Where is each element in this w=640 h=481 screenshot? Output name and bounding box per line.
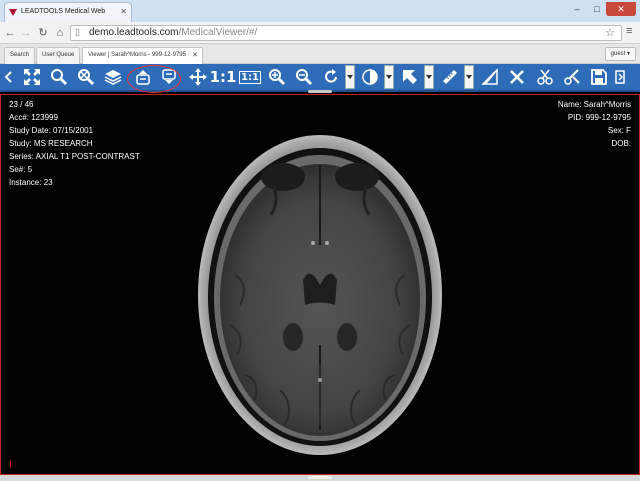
- browser-tab[interactable]: LEADTOOLS Medical Web ✕: [4, 2, 132, 22]
- right-orbit: [335, 163, 379, 191]
- rotate-dropdown[interactable]: [345, 65, 355, 89]
- tab-viewer-label: Viewer | Sarah^Morris - 999-12-9795: [88, 52, 186, 58]
- browser-addressbar: ← → ↻ ⌂ ▯ demo.leadtools.com/MedicalView…: [0, 22, 640, 44]
- close-icon[interactable]: ✕: [192, 48, 198, 63]
- image-viewer[interactable]: 23 / 46 Acc#: 123999 Study Date: 07/15/2…: [0, 94, 640, 475]
- chevron-down-icon: [466, 75, 472, 79]
- scissors-icon[interactable]: [533, 65, 557, 89]
- select-pointer-icon[interactable]: [398, 65, 422, 89]
- stack-icon[interactable]: [101, 65, 125, 89]
- frame-counter: 23 / 46: [9, 100, 34, 109]
- home-icon[interactable]: ⌂: [53, 25, 67, 41]
- chevron-down-icon: [386, 75, 392, 79]
- vessel-dot: [318, 378, 322, 382]
- select-dropdown[interactable]: [424, 65, 434, 89]
- more-tools-icon[interactable]: [613, 65, 627, 89]
- window-close-button[interactable]: ✕: [606, 2, 636, 16]
- bookmark-star-icon[interactable]: ☆: [605, 26, 615, 39]
- patient-name: Name: Sarah^Morris: [557, 100, 631, 109]
- mri-brain-image[interactable]: [185, 125, 455, 465]
- rotate-icon[interactable]: [319, 65, 343, 89]
- patient-dob: DOB:: [611, 139, 631, 148]
- actual-size-label: 1:1: [209, 68, 237, 86]
- chevron-down-icon: [426, 75, 432, 79]
- zoom-icon[interactable]: [47, 65, 71, 89]
- browser-menu-icon[interactable]: ≡: [626, 25, 632, 37]
- url-input[interactable]: ▯ demo.leadtools.com/MedicalViewer/#/ ☆: [70, 25, 622, 41]
- study-name: Study: MS RESEARCH: [9, 139, 93, 148]
- right-lateral-ventricle-horn: [337, 323, 357, 351]
- toolbar-resize-handle[interactable]: [308, 90, 332, 93]
- chevron-down-icon: [347, 75, 353, 79]
- close-icon[interactable]: ✕: [120, 3, 127, 21]
- patient-id: PID: 999-12-9795: [567, 113, 631, 122]
- patient-sex: Sex: F: [607, 126, 631, 135]
- zoom-out-icon[interactable]: [292, 65, 316, 89]
- forward-arrow-icon[interactable]: →: [19, 25, 33, 41]
- vessel-dot: [325, 241, 329, 245]
- actual-size-button[interactable]: 1:1: [209, 65, 237, 89]
- url-text: demo.leadtools.com/MedicalViewer/#/: [89, 27, 257, 38]
- viewer-marker: [10, 461, 11, 467]
- left-orbit: [261, 163, 305, 191]
- tab-user-queue[interactable]: User Queue: [36, 47, 81, 64]
- user-menu-button[interactable]: guest ▾: [604, 47, 636, 61]
- save-icon[interactable]: [587, 65, 611, 89]
- collapse-left-icon[interactable]: [2, 65, 16, 89]
- url-host: demo.leadtools.com: [89, 27, 179, 38]
- window-level-icon[interactable]: [358, 65, 382, 89]
- tab-search[interactable]: Search: [4, 47, 36, 64]
- move-icon[interactable]: [186, 65, 210, 89]
- overlay-right: Name: Sarah^Morris PID: 999-12-9795 Sex:…: [558, 98, 631, 150]
- tab-viewer[interactable]: Viewer | Sarah^Morris - 999-12-9795 ✕: [82, 47, 203, 64]
- browser-titlebar: LEADTOOLS Medical Web ✕ – □ ✕: [0, 0, 640, 22]
- reload-icon[interactable]: ↻: [36, 25, 50, 41]
- app-tab-strip: Search User Queue Viewer | Sarah^Morris …: [0, 44, 640, 64]
- magnify-glass-icon[interactable]: [74, 65, 98, 89]
- fit-one-to-one-label: 1:1: [239, 70, 261, 84]
- clear-annotations-icon[interactable]: [560, 65, 584, 89]
- window-level-dropdown[interactable]: [384, 65, 394, 89]
- bottom-resize-handle[interactable]: [308, 476, 332, 479]
- left-lateral-ventricle-horn: [283, 323, 303, 351]
- vessel-dot: [311, 241, 315, 245]
- series-number: Se#: 5: [9, 165, 33, 174]
- series-description: Series: AXIAL T1 POST-CONTRAST: [9, 152, 140, 161]
- highlight-ellipse: [127, 65, 181, 93]
- back-arrow-icon[interactable]: ←: [3, 25, 17, 41]
- cut-icon[interactable]: [505, 65, 529, 89]
- study-date: Study Date: 07/15/2001: [9, 126, 94, 135]
- overlay-left: 23 / 46 Acc#: 123999 Study Date: 07/15/2…: [9, 98, 140, 189]
- cobb-angle-icon[interactable]: [478, 65, 502, 89]
- page-icon: ▯: [75, 27, 80, 37]
- browser-tab-title: LEADTOOLS Medical Web: [21, 8, 106, 15]
- minimize-button[interactable]: –: [568, 2, 586, 16]
- ruler-dropdown[interactable]: [464, 65, 474, 89]
- accession-number: Acc#: 123999: [9, 113, 58, 122]
- maximize-button[interactable]: □: [588, 2, 606, 16]
- ruler-icon[interactable]: [438, 65, 462, 89]
- leadtools-logo-icon: [9, 9, 17, 16]
- instance-number: Instance: 23: [9, 178, 53, 187]
- zoom-in-icon[interactable]: [265, 65, 289, 89]
- fit-one-to-one-button[interactable]: 1:1: [238, 65, 262, 89]
- url-path: /MedicalViewer/#/: [178, 27, 258, 38]
- fit-image-icon[interactable]: [20, 65, 44, 89]
- viewer-toolbar: 1:1 1:1: [0, 64, 640, 92]
